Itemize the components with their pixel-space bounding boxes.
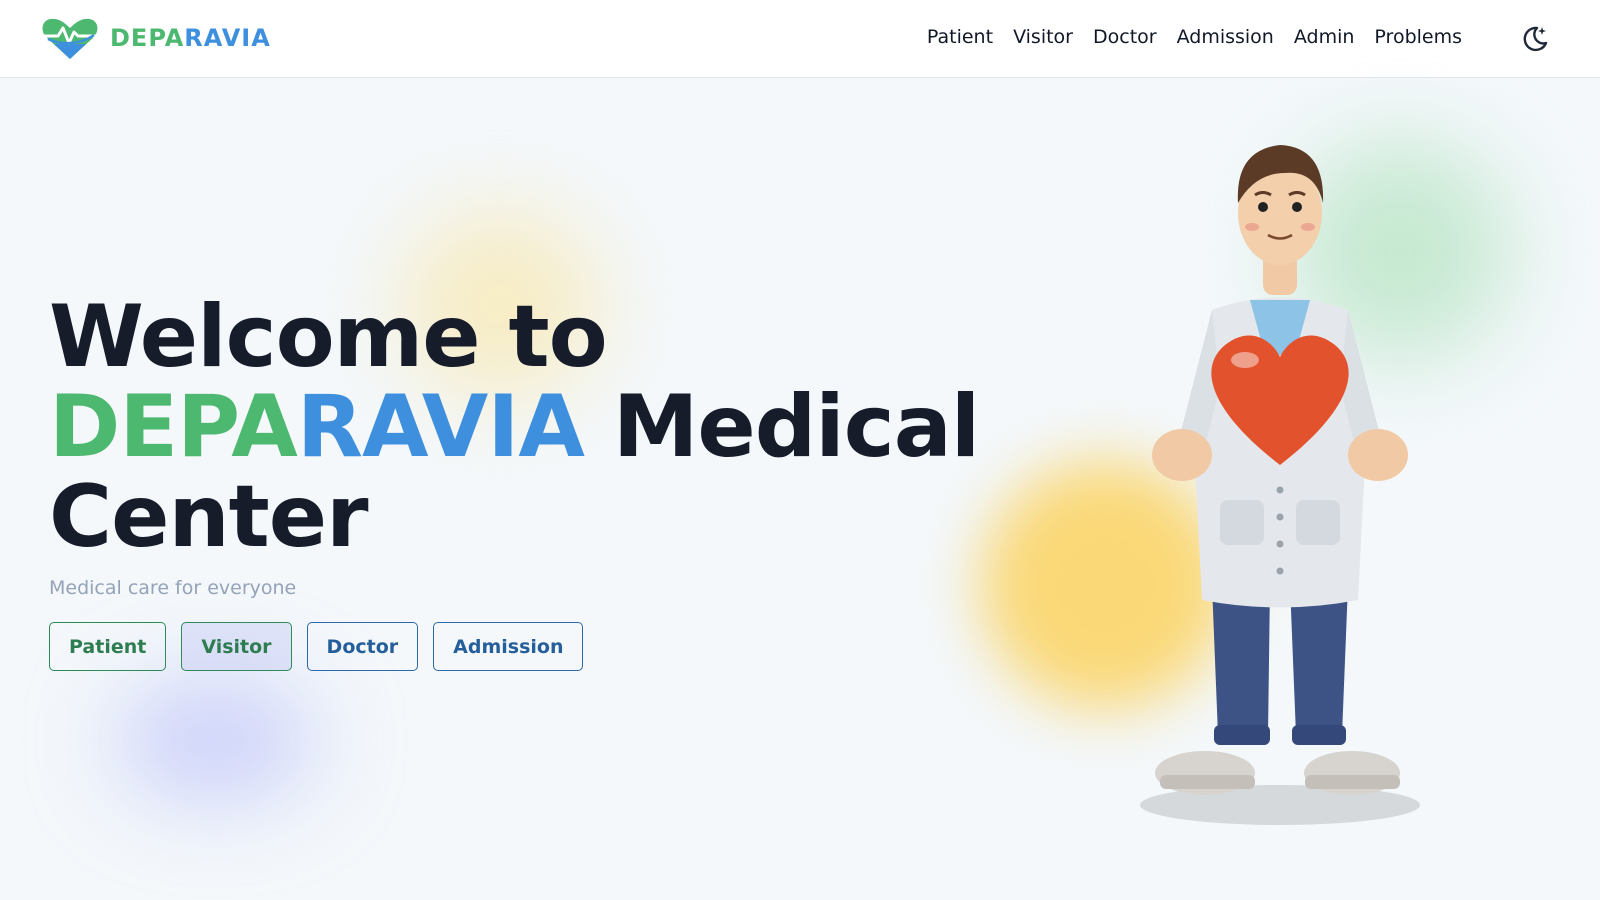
hero-title-line1: Welcome to xyxy=(49,287,608,387)
hero-subtitle: Medical care for everyone xyxy=(49,577,297,599)
top-navbar: DEPARAVIA Patient Visitor Doctor Admissi… xyxy=(0,0,1600,78)
main-nav: Patient Visitor Doctor Admission Admin P… xyxy=(927,26,1462,48)
patient-button[interactable]: Patient xyxy=(49,622,167,671)
hero-brand-part1: DEPA xyxy=(49,377,298,477)
brand-name: DEPARAVIA xyxy=(110,24,271,52)
theme-toggle-button[interactable] xyxy=(1520,24,1550,54)
brand-logo[interactable]: DEPARAVIA xyxy=(40,15,271,61)
nav-item-doctor[interactable]: Doctor xyxy=(1093,26,1157,48)
hero-title: Welcome to DEPARAVIA Medical Center xyxy=(49,292,980,562)
hero-title-line2-suffix: Medical xyxy=(583,377,980,477)
visitor-button[interactable]: Visitor xyxy=(181,622,292,671)
admission-button[interactable]: Admission xyxy=(433,622,584,671)
decorative-blob-purple xyxy=(115,680,315,800)
moon-icon xyxy=(1523,26,1548,52)
hero-title-line3: Center xyxy=(49,467,369,567)
nav-item-visitor[interactable]: Visitor xyxy=(1013,26,1073,48)
doctor-holding-heart-illustration xyxy=(1140,145,1420,825)
heart-pulse-logo-icon xyxy=(42,18,98,59)
nav-item-admission[interactable]: Admission xyxy=(1177,26,1274,48)
hero-brand-part2: RAVIA xyxy=(296,377,585,477)
nav-item-problems[interactable]: Problems xyxy=(1374,26,1462,48)
nav-item-patient[interactable]: Patient xyxy=(927,26,993,48)
doctor-button[interactable]: Doctor xyxy=(306,622,419,671)
hero-actions: Patient Visitor Doctor Admission xyxy=(49,622,584,671)
hero-heading-block: Welcome to DEPARAVIA Medical Center xyxy=(49,292,980,562)
nav-item-admin[interactable]: Admin xyxy=(1294,26,1355,48)
